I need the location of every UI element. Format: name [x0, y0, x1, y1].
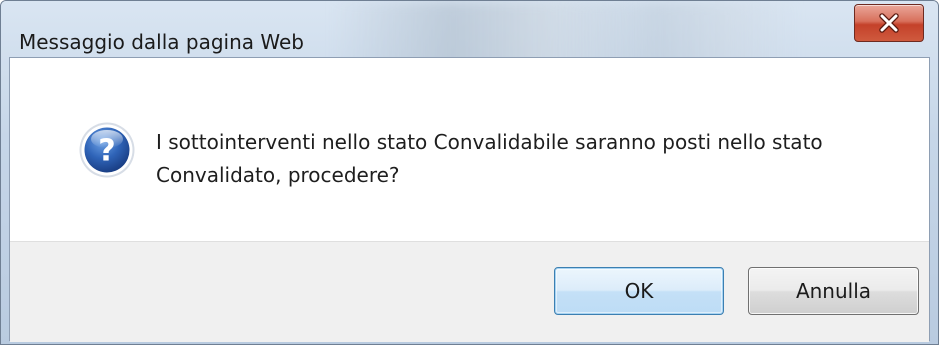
- title-bar[interactable]: Messaggio dalla pagina Web: [1, 1, 938, 54]
- cancel-button[interactable]: Annulla: [748, 267, 919, 315]
- close-button[interactable]: [854, 4, 924, 42]
- message-area: ? I sottointerventi nello stato Convalid…: [10, 58, 929, 241]
- message-text: I sottointerventi nello stato Convalidab…: [156, 130, 823, 187]
- ok-button[interactable]: OK: [554, 267, 724, 315]
- dialog-title: Messaggio dalla pagina Web: [19, 30, 304, 54]
- close-icon: [879, 13, 899, 33]
- svg-text:?: ?: [98, 134, 115, 169]
- question-icon: ?: [79, 122, 135, 178]
- dialog-content: ? I sottointerventi nello stato Convalid…: [9, 57, 930, 342]
- button-area: OK Annulla: [10, 241, 929, 342]
- message-dialog: Messaggio dalla pagina Web ? I sottointe…: [0, 0, 939, 345]
